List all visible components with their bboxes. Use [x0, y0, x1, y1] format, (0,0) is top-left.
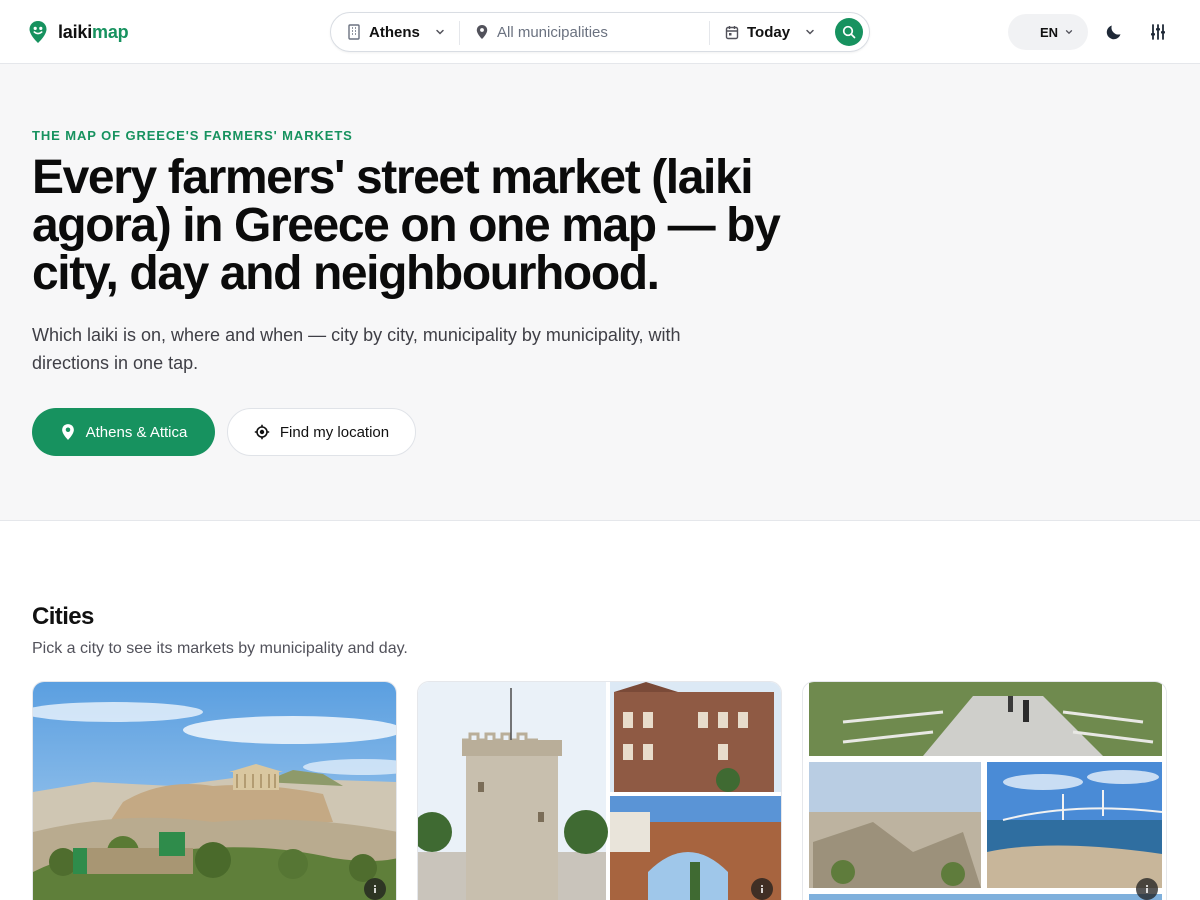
locate-icon [254, 424, 270, 440]
building-icon [348, 24, 360, 40]
city-card-patras[interactable] [802, 681, 1167, 900]
chevron-down-icon [806, 29, 814, 35]
map-pin-icon [61, 424, 74, 440]
search-submit-button[interactable] [835, 18, 863, 46]
brand-name-part1: laiki [58, 21, 93, 42]
search-divider [709, 21, 710, 45]
photo-credit-button[interactable] [1136, 878, 1158, 900]
brand-name: laikimap [58, 21, 129, 43]
municipality-selector[interactable]: All municipalities [475, 13, 705, 51]
city-card-thessaloniki[interactable] [417, 681, 782, 900]
athens-attica-button-label: Athens & Attica [85, 423, 188, 441]
day-selector[interactable]: Today [725, 13, 825, 51]
city-selector[interactable]: Athens [347, 13, 459, 51]
white-tower-collage-photo [418, 682, 781, 900]
info-icon [374, 885, 376, 893]
photo-credit-button[interactable] [364, 878, 386, 900]
search-divider [459, 21, 460, 45]
brand-name-part2: map [92, 21, 129, 42]
chevron-down-icon [1065, 30, 1073, 35]
hero-eyebrow: THE MAP OF GREECE'S FARMERS' MARKETS [32, 128, 353, 143]
brand-logo[interactable]: laikimap [28, 20, 129, 44]
market-search-bar: Athens All municipalities Today [330, 12, 870, 52]
language-value: EN [1039, 24, 1058, 40]
chevron-down-icon [436, 29, 444, 35]
city-value: Athens [369, 23, 420, 41]
calendar-icon [725, 25, 739, 39]
sliders-icon [1151, 24, 1165, 40]
logo-pin-icon [29, 21, 47, 43]
find-my-location-button[interactable]: Find my location [227, 408, 416, 456]
search-icon [842, 25, 856, 39]
moon-icon [1106, 25, 1121, 40]
filters-button[interactable] [1144, 18, 1172, 46]
theme-toggle-button[interactable] [1100, 18, 1128, 46]
language-selector[interactable]: EN [1008, 14, 1088, 50]
city-card-athens[interactable] [32, 681, 397, 900]
cities-subtitle: Pick a city to see its markets by munici… [32, 640, 408, 657]
athens-attica-button[interactable]: Athens & Attica [32, 408, 215, 456]
find-my-location-label: Find my location [279, 423, 390, 441]
acropolis-photo [33, 682, 396, 900]
photo-credit-button[interactable] [751, 878, 773, 900]
info-icon [761, 885, 763, 893]
hero-subtitle: Which laiki is on, where and when — city… [32, 325, 681, 373]
top-navigation-bar: laikimap Athens All municipalities Today… [0, 0, 1200, 64]
municipality-placeholder: All municipalities [497, 23, 608, 41]
patras-collage-photo [803, 682, 1166, 900]
map-pin-icon [476, 25, 488, 39]
hero-section: THE MAP OF GREECE'S FARMERS' MARKETS Eve… [0, 64, 1200, 521]
hero-title: Every farmers' street market (laiki agor… [32, 151, 781, 300]
day-value: Today [747, 23, 791, 41]
cities-heading: Cities [32, 603, 94, 630]
info-icon [1146, 885, 1148, 893]
